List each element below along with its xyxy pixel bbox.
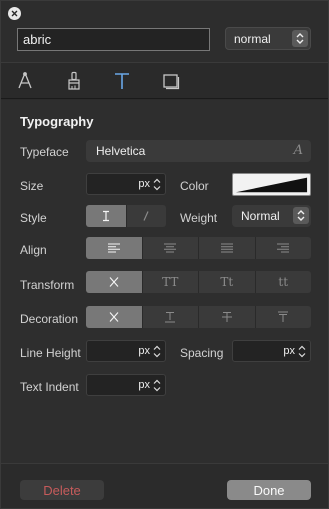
align-label: Align bbox=[20, 243, 47, 257]
stepper-arrows-icon[interactable] bbox=[152, 177, 162, 192]
text-indent-field[interactable]: px bbox=[86, 374, 166, 396]
align-justify-button[interactable] bbox=[199, 237, 256, 259]
transform-uppercase-button[interactable]: TT bbox=[142, 271, 199, 293]
state-select-value: normal bbox=[234, 31, 271, 46]
close-button[interactable] bbox=[8, 7, 21, 20]
decoration-underline-button[interactable] bbox=[142, 306, 199, 328]
transform-label: Transform bbox=[20, 278, 75, 292]
pen-tool-icon bbox=[18, 72, 32, 89]
style-italic-button[interactable] bbox=[126, 205, 166, 227]
x-icon bbox=[109, 277, 119, 287]
align-center-icon bbox=[164, 243, 177, 253]
rectangle-icon bbox=[163, 74, 180, 90]
x-icon bbox=[109, 312, 119, 322]
style-label: Style bbox=[20, 211, 47, 225]
brush-icon bbox=[68, 71, 80, 90]
tab-frame[interactable] bbox=[158, 68, 184, 94]
tab-text[interactable] bbox=[109, 68, 135, 94]
decoration-strikethrough-button[interactable] bbox=[199, 306, 256, 328]
align-center-button[interactable] bbox=[142, 237, 199, 259]
name-input[interactable] bbox=[17, 28, 210, 51]
inspector-tabs bbox=[1, 62, 328, 99]
tab-brush[interactable] bbox=[61, 68, 87, 94]
overline-icon bbox=[278, 311, 289, 322]
align-left-button[interactable] bbox=[86, 237, 143, 259]
typography-section: Typography Typeface Helvetica A Size px … bbox=[1, 100, 328, 463]
font-picker-icon: A bbox=[293, 143, 303, 158]
decoration-label: Decoration bbox=[20, 312, 79, 326]
typography-panel: normal bbox=[0, 0, 329, 509]
upright-i-icon bbox=[102, 210, 109, 222]
chevron-updown-icon bbox=[293, 207, 309, 224]
size-field[interactable]: px bbox=[86, 173, 166, 195]
panel-header: normal bbox=[1, 1, 328, 62]
transform-lowercase-button[interactable]: tt bbox=[255, 271, 311, 293]
typeface-label: Typeface bbox=[20, 145, 69, 159]
spacing-unit: px bbox=[283, 345, 295, 357]
strikethrough-icon bbox=[221, 312, 232, 322]
section-title: Typography bbox=[20, 114, 94, 129]
stepper-arrows-icon[interactable] bbox=[297, 344, 307, 359]
weight-value: Normal bbox=[241, 209, 280, 223]
weight-select[interactable]: Normal bbox=[232, 205, 311, 227]
align-segmented-control bbox=[86, 237, 311, 259]
text-indent-label: Text Indent bbox=[20, 380, 79, 394]
align-right-icon bbox=[277, 243, 290, 253]
weight-label: Weight bbox=[180, 211, 218, 225]
transform-capitalize-button[interactable]: Tt bbox=[199, 271, 256, 293]
transform-segmented-control: TT Tt tt bbox=[86, 271, 311, 293]
spacing-field[interactable]: px bbox=[232, 340, 311, 362]
color-label: Color bbox=[180, 179, 209, 193]
close-icon bbox=[11, 10, 18, 17]
line-height-field[interactable]: px bbox=[86, 340, 166, 362]
text-indent-unit: px bbox=[138, 379, 150, 391]
panel-footer: Delete Done bbox=[1, 463, 328, 508]
stepper-arrows-icon[interactable] bbox=[152, 378, 162, 393]
text-icon bbox=[115, 73, 129, 89]
size-unit: px bbox=[138, 178, 150, 190]
stepper-arrows-icon[interactable] bbox=[152, 344, 162, 359]
align-right-button[interactable] bbox=[255, 237, 311, 259]
underline-icon bbox=[165, 312, 176, 323]
decoration-overline-button[interactable] bbox=[255, 306, 311, 328]
tab-pen[interactable] bbox=[12, 68, 38, 94]
transform-none-button[interactable] bbox=[86, 271, 143, 293]
color-swatch[interactable] bbox=[232, 173, 311, 196]
align-justify-icon bbox=[220, 243, 233, 253]
delete-button[interactable]: Delete bbox=[20, 480, 104, 500]
spacing-label: Spacing bbox=[180, 346, 224, 360]
state-select[interactable]: normal bbox=[225, 27, 311, 50]
typeface-value: Helvetica bbox=[96, 144, 146, 158]
decoration-segmented-control bbox=[86, 306, 311, 328]
line-height-unit: px bbox=[138, 345, 150, 357]
decoration-none-button[interactable] bbox=[86, 306, 143, 328]
align-left-icon bbox=[107, 243, 120, 253]
typeface-field[interactable]: Helvetica A bbox=[86, 140, 311, 162]
done-button[interactable]: Done bbox=[227, 480, 311, 500]
style-segmented-control bbox=[86, 205, 166, 227]
style-upright-button[interactable] bbox=[86, 205, 127, 227]
chevron-updown-icon bbox=[292, 30, 308, 47]
line-height-label: Line Height bbox=[20, 346, 81, 360]
italic-i-icon bbox=[143, 211, 149, 221]
size-label: Size bbox=[20, 179, 44, 193]
